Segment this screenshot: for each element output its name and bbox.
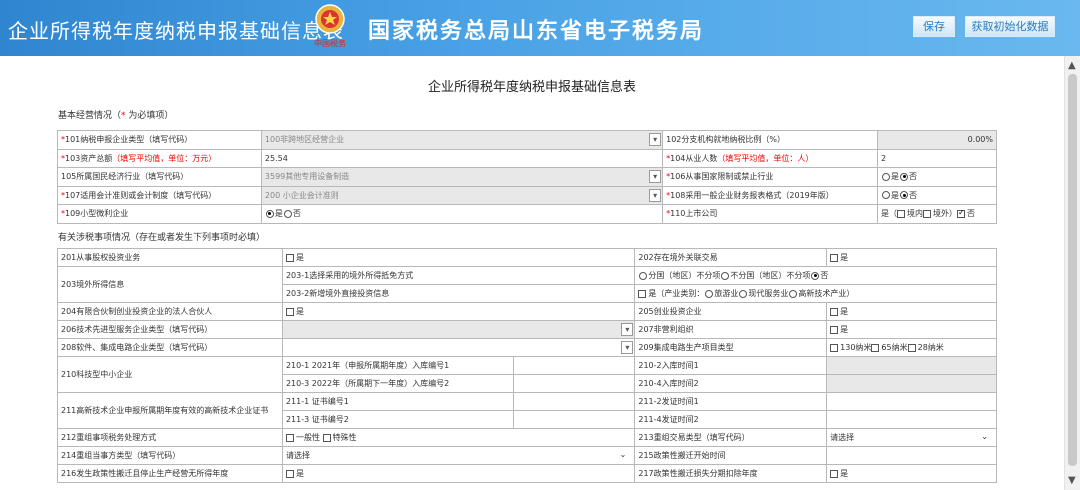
chevron-down-icon: ▾ xyxy=(649,170,662,183)
party-type-select[interactable]: 请选择 ⌄ xyxy=(281,446,636,465)
branch-ratio-value: 0.00% xyxy=(877,130,997,150)
tax-emblem-icon: 中国税务 xyxy=(314,4,346,48)
vertical-scrollbar[interactable]: ▲ ▼ xyxy=(1064,56,1080,490)
table-row: *103资产总额（填写平均值，单位：万元） 25.54 *104从业人数（填写平… xyxy=(57,148,997,168)
advanced-service-select[interactable]: ▾ xyxy=(281,320,636,339)
table-row: 212重组事项税务处理方式 一般性 特殊性 213重组交易类型（填写代码） 请选… xyxy=(57,428,997,447)
venture-checkbox[interactable]: 是 xyxy=(826,302,997,321)
sme-date-1-input[interactable] xyxy=(826,356,997,375)
chevron-down-icon: ▾ xyxy=(621,323,634,336)
table-row: 206技术先进型服务企业类型（填写代码） ▾ 207非营利组织 是 xyxy=(57,320,997,339)
ic-project-options[interactable]: 130纳米 65纳米 28纳米 xyxy=(826,338,997,357)
table-row: 105所属国民经济行业（填写代码） 3599其他专用设备制造 ▾ *106从事国家… xyxy=(57,167,997,187)
table-row: 211高新技术企业申报所属期年度有效的高新技术企业证书 211-1 证书编号1 … xyxy=(57,392,997,429)
small-micro-radio[interactable]: 是否 xyxy=(260,204,664,224)
table-row: 201从事股权投资业务 是 202存在境外关联交易 是 xyxy=(57,248,997,267)
report-format-radio[interactable]: 是否 xyxy=(877,185,997,205)
listed-company-options[interactable]: 是（境内境外）否 xyxy=(877,204,997,224)
chevron-down-icon: ⌄ xyxy=(619,450,627,459)
relocation-loss-checkbox[interactable]: 是 xyxy=(826,464,997,483)
basic-info-table: *101纳税申报企业类型（填写代码） 100非跨地区经营企业 ▾ 102分支机构就… xyxy=(57,130,997,224)
tax-matters-table: 201从事股权投资业务 是 202存在境外关联交易 是 203境外所得信息 20… xyxy=(57,248,997,483)
table-row: 204有限合伙制创业投资企业的法人合伙人 是 205创业投资企业 是 xyxy=(57,302,997,321)
banner-site-title: 国家税务总局山东省电子税务局 xyxy=(368,19,705,44)
chevron-down-icon: ⌄ xyxy=(981,432,988,441)
scroll-down-icon[interactable]: ▼ xyxy=(1068,475,1076,486)
restricted-industry-radio[interactable]: 是否 xyxy=(877,167,997,187)
relocation-start-input[interactable] xyxy=(826,446,997,465)
partner-checkbox[interactable]: 是 xyxy=(281,302,636,321)
table-row: *109小型微利企业 是否 *110上市公司 是（境内境外）否 xyxy=(57,204,997,224)
industry-select[interactable]: 3599其他专用设备制造 ▾ xyxy=(260,167,664,187)
table-row: *107适用会计准则或会计制度（填写代码） 200 小企业会计准则 ▾ *108采… xyxy=(57,185,997,205)
employees-input[interactable]: 2 xyxy=(877,148,997,168)
svg-text:中国税务: 中国税务 xyxy=(314,38,346,48)
cert-date-1-input[interactable] xyxy=(826,392,997,411)
accounting-standard-select[interactable]: 200 小企业会计准则 ▾ xyxy=(260,185,664,205)
overseas-investment-options[interactable]: 是（产业类别： 旅游业 现代服务业 高新技术产业） xyxy=(634,284,997,303)
foreign-related-checkbox[interactable]: 是 xyxy=(826,248,997,267)
form-title: 企业所得税年度纳税申报基础信息表 xyxy=(427,80,636,95)
table-row: 208软件、集成电路企业类型（填写代码） ▾ 209集成电路生产项目类型 130… xyxy=(57,338,997,357)
restructuring-type-select[interactable]: 请选择 ⌄ xyxy=(826,428,997,447)
restructuring-method-options[interactable]: 一般性 特殊性 xyxy=(281,428,636,447)
get-init-data-button[interactable]: 获取初始化数据 xyxy=(965,16,1055,37)
nonprofit-checkbox[interactable]: 是 xyxy=(826,320,997,339)
table-row: *101纳税申报企业类型（填写代码） 100非跨地区经营企业 ▾ 102分支机构就… xyxy=(57,130,997,150)
sme-date-2-input[interactable] xyxy=(826,374,997,393)
banner-page-title: 企业所得税年度纳税申报基础信息表 xyxy=(8,19,344,43)
table-row: 210科技型中小企业 210-1 2021年（申报所属期年度）入库编号1 210… xyxy=(57,356,997,393)
scrollbar-thumb[interactable] xyxy=(1068,74,1077,466)
section-basic-info: 基本经营情况（* 为必填项） xyxy=(58,111,174,121)
credit-method-radio[interactable]: 分国（地区）不分项 不分国（地区）不分项否 xyxy=(634,266,997,285)
cert-date-2-input[interactable] xyxy=(826,410,997,429)
top-banner: 企业所得税年度纳税申报基础信息表 中国税务 国家税务总局山东省电子税务局 保存 … xyxy=(0,0,1080,56)
chevron-down-icon: ▾ xyxy=(621,341,634,354)
equity-investment-checkbox[interactable]: 是 xyxy=(281,248,636,267)
enterprise-type-select[interactable]: 100非跨地区经营企业 ▾ xyxy=(260,130,664,150)
save-button[interactable]: 保存 xyxy=(913,16,955,37)
cert-number-2-input[interactable] xyxy=(512,410,636,429)
table-row: 216发生政策性搬迁且停止生产经营无所得年度 是 217政策性搬迁损失分期扣除年… xyxy=(57,464,997,483)
table-row: 203境外所得信息 203-1选择采用的境外所得抵免方式 分国（地区）不分项 不分… xyxy=(57,266,997,303)
section-tax-matters: 有关涉税事项情况（存在或者发生下列事项时必填） xyxy=(58,233,266,243)
total-assets-input[interactable]: 25.54 xyxy=(260,148,664,168)
sme-number-1-input[interactable] xyxy=(512,356,636,375)
form-document: 企业所得税年度纳税申报基础信息表 基本经营情况（* 为必填项） *101纳税申报… xyxy=(0,56,1064,490)
scroll-up-icon[interactable]: ▲ xyxy=(1068,60,1076,71)
sme-number-2-input[interactable] xyxy=(512,374,636,393)
table-row: 214重组当事方类型（填写代码） 请选择 ⌄ 215政策性搬迁开始时间 xyxy=(57,446,997,465)
chevron-down-icon: ▾ xyxy=(649,133,662,146)
cert-number-1-input[interactable] xyxy=(512,392,636,411)
chevron-down-icon: ▾ xyxy=(649,188,662,202)
relocation-stop-checkbox[interactable]: 是 xyxy=(281,464,636,483)
software-type-select[interactable]: ▾ xyxy=(281,338,636,357)
